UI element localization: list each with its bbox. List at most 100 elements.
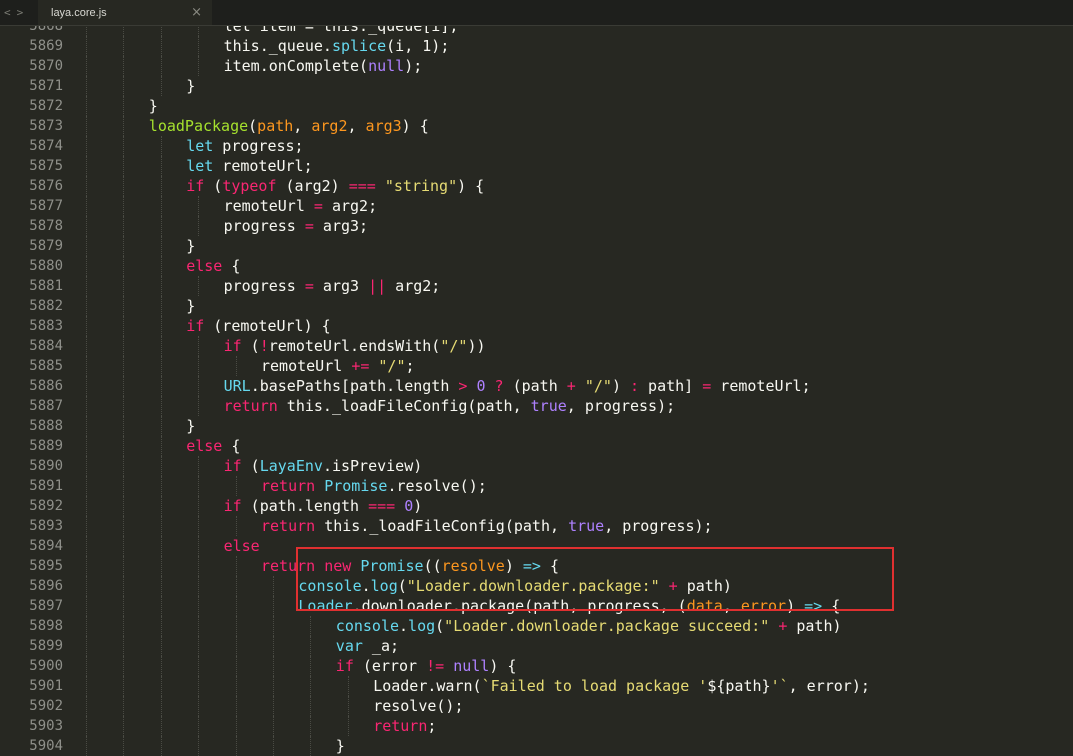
line-number: 5873 (29, 118, 63, 134)
code-text: console.log("Loader.downloader.package s… (336, 616, 842, 636)
line-number: 5874 (29, 138, 63, 154)
indent-guide (123, 196, 125, 216)
code-token: } (186, 237, 196, 255)
indent-guide (160, 316, 162, 336)
line-number: 5876 (29, 178, 63, 194)
code-token: resolve (441, 557, 505, 575)
code-line[interactable]: 5888} (0, 416, 1073, 436)
tab-laya-core-js[interactable]: laya.core.js × (38, 0, 212, 25)
indent-guide (310, 636, 312, 656)
indent-guide (123, 396, 125, 416)
line-number: 5879 (29, 238, 63, 254)
code-line[interactable]: 5902 resolve(); (0, 696, 1073, 716)
code-line[interactable]: 5889 else { (0, 436, 1073, 456)
indent-guide (123, 56, 125, 76)
indent-guide (160, 196, 162, 216)
indent-guide (86, 396, 87, 416)
code-token: .downloader.package(path, progress, ( (352, 597, 687, 615)
code-line[interactable]: 5884 if (!remoteUrl.endsWith("/")) (0, 336, 1073, 356)
code-line[interactable]: 5877 remoteUrl = arg2; (0, 196, 1073, 216)
code-line[interactable]: 5872} (0, 96, 1073, 116)
code-token: ( (204, 177, 223, 195)
indent-guide (235, 556, 237, 576)
code-line[interactable]: 5894 else (0, 536, 1073, 556)
indent-guide (160, 156, 162, 176)
close-icon[interactable]: × (191, 5, 202, 20)
code-token: remoteUrl; (711, 377, 811, 395)
code-line[interactable]: 5876 if (typeof (arg2) === "string") { (0, 176, 1073, 196)
code-line[interactable]: 5898 console.log("Loader.downloader.packa… (0, 616, 1073, 636)
code-line[interactable]: 5904} (0, 736, 1073, 756)
code-line[interactable]: 5878 progress = arg3; (0, 216, 1073, 236)
code-token: if (186, 177, 205, 195)
code-line[interactable]: 5879} (0, 236, 1073, 256)
code-line[interactable]: 5901 Loader.warn(`Failed to load package … (0, 676, 1073, 696)
code-editor[interactable]: 5868 let item = this._queue[i]; 5869 this._… (0, 26, 1073, 756)
code-token: typeof (222, 177, 277, 195)
code-text: if (path.length === 0) (224, 496, 423, 516)
indent-guide (123, 96, 125, 116)
code-line[interactable]: 5897 Loader.downloader.package(path, prog… (0, 596, 1073, 616)
code-line[interactable]: 5869 this._queue.splice(i, 1); (0, 36, 1073, 56)
code-line[interactable]: 5871} (0, 76, 1073, 96)
code-text: if (remoteUrl) { (186, 316, 331, 336)
code-line[interactable]: 5886 URL.basePaths[path.length > 0 ? (pat… (0, 376, 1073, 396)
code-line[interactable]: 5893 return this._loadFileConfig(path, tr… (0, 516, 1073, 536)
indent-guide (235, 676, 237, 696)
indent-guide (198, 396, 200, 416)
code-token: { (822, 597, 841, 615)
code-line[interactable]: 5892 if (path.length === 0) (0, 496, 1073, 516)
code-line[interactable]: 5873 loadPackage(path, arg2, arg3) { (0, 116, 1073, 136)
code-line[interactable]: 5896 console.log("Loader.downloader.packa… (0, 576, 1073, 596)
code-token: Promise (360, 557, 424, 575)
indent-guide (235, 516, 237, 536)
code-line[interactable]: 5887 return this._loadFileConfig(path, tr… (0, 396, 1073, 416)
indent-guide (86, 26, 87, 36)
code-token: : (630, 377, 640, 395)
code-token: (arg2) (276, 177, 349, 195)
code-line[interactable]: 5882} (0, 296, 1073, 316)
indent-guide (198, 496, 200, 516)
code-text: else { (186, 256, 240, 276)
code-token: ) { (401, 117, 429, 135)
line-number: 5881 (29, 278, 63, 294)
indent-guide (198, 376, 200, 396)
indent-guide (160, 476, 162, 496)
code-token: null (368, 57, 405, 75)
code-line[interactable]: 5895 return new Promise((resolve) => { (0, 556, 1073, 576)
code-line[interactable]: 5891 return Promise.resolve(); (0, 476, 1073, 496)
code-token: = (304, 277, 314, 295)
indent-guide (160, 696, 162, 716)
code-line[interactable]: 5874 let progress; (0, 136, 1073, 156)
code-line[interactable]: 5883 if (remoteUrl) { (0, 316, 1073, 336)
code-line[interactable]: 5899 var _a; (0, 636, 1073, 656)
code-line[interactable]: 5880 else { (0, 256, 1073, 276)
indent-guide (273, 616, 274, 636)
indent-guide (198, 716, 200, 736)
code-line[interactable]: 5875 let remoteUrl; (0, 156, 1073, 176)
indent-guide (86, 236, 87, 256)
code-token: ) (786, 597, 805, 615)
code-line[interactable]: 5885 remoteUrl += "/"; (0, 356, 1073, 376)
code-token: LayaEnv (259, 457, 323, 475)
code-line[interactable]: 5900 if (error != null) { (0, 656, 1073, 676)
code-line[interactable]: 5881 progress = arg3 || arg2; (0, 276, 1073, 296)
code-line[interactable]: 5868 let item = this._queue[i]; (0, 26, 1073, 36)
code-text: loadPackage(path, arg2, arg3) { (149, 116, 429, 136)
code-line[interactable]: 5903 return; (0, 716, 1073, 736)
line-number: 5872 (29, 98, 63, 114)
code-token: += (351, 357, 370, 375)
indent-guide (86, 556, 87, 576)
indent-guide (123, 216, 125, 236)
indent-guide (123, 26, 125, 36)
indent-guide (160, 336, 162, 356)
chevron-left-icon[interactable]: < (4, 6, 11, 19)
code-line[interactable]: 5890 if (LayaEnv.isPreview) (0, 456, 1073, 476)
code-line[interactable]: 5870 item.onComplete(null); (0, 56, 1073, 76)
code-token: . (399, 617, 409, 635)
chevron-right-icon[interactable]: > (17, 6, 24, 19)
code-token: progress (223, 277, 305, 295)
indent-guide (86, 256, 87, 276)
code-token: ._queue. (259, 37, 332, 55)
